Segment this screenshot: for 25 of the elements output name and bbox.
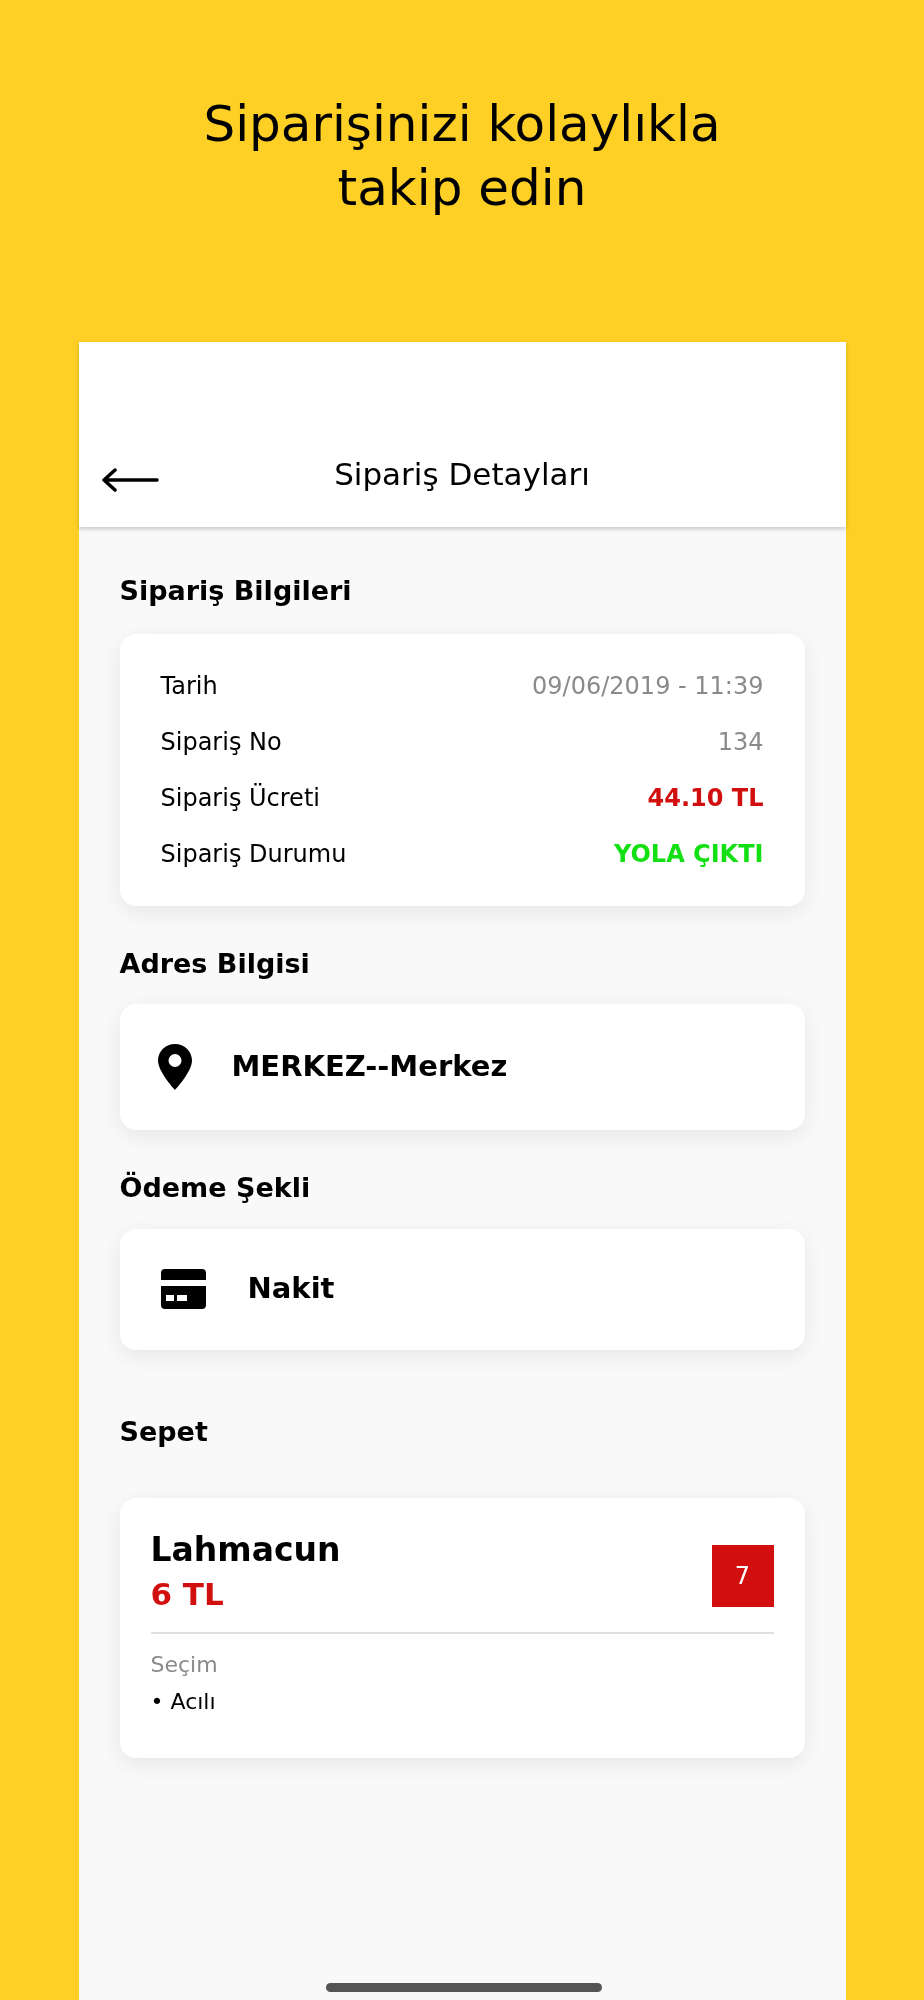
back-arrow-icon xyxy=(100,468,159,492)
info-label: Tarih xyxy=(160,670,218,702)
info-value: 09/06/2019 - 11:39 xyxy=(532,670,764,702)
section-heading: Sipariş Bilgileri xyxy=(119,574,353,608)
options-label: Seçim xyxy=(150,1651,219,1679)
quantity-badge: 7 xyxy=(711,1545,774,1607)
info-label: Sipariş No xyxy=(160,726,282,758)
section-heading: Sepet xyxy=(119,1414,209,1449)
info-value: YOLA ÇIKTI xyxy=(613,838,764,870)
section-heading: Ödeme Şekli xyxy=(119,1170,312,1205)
product-name: Lahmacun xyxy=(150,1529,341,1571)
info-label: Sipariş Ücreti xyxy=(160,782,320,814)
payment-text: Nakit xyxy=(247,1270,335,1308)
product-price: 6 TL xyxy=(150,1575,225,1614)
headline: Siparişinizi kolaylıkla takip edin xyxy=(202,94,722,219)
option-text: • Acılı xyxy=(150,1688,217,1716)
location-pin-icon xyxy=(157,1044,192,1090)
info-label: Sipariş Durumu xyxy=(160,838,347,870)
info-value: 134 xyxy=(717,726,764,758)
info-value: 44.10 TL xyxy=(647,782,764,814)
section-heading: Adres Bilgisi xyxy=(119,946,311,981)
screen-title-text: Sipariş Detayları xyxy=(334,455,590,492)
credit-card-icon xyxy=(160,1269,206,1309)
back-button[interactable] xyxy=(100,465,161,495)
address-text: MERKEZ--Merkez xyxy=(231,1048,508,1086)
